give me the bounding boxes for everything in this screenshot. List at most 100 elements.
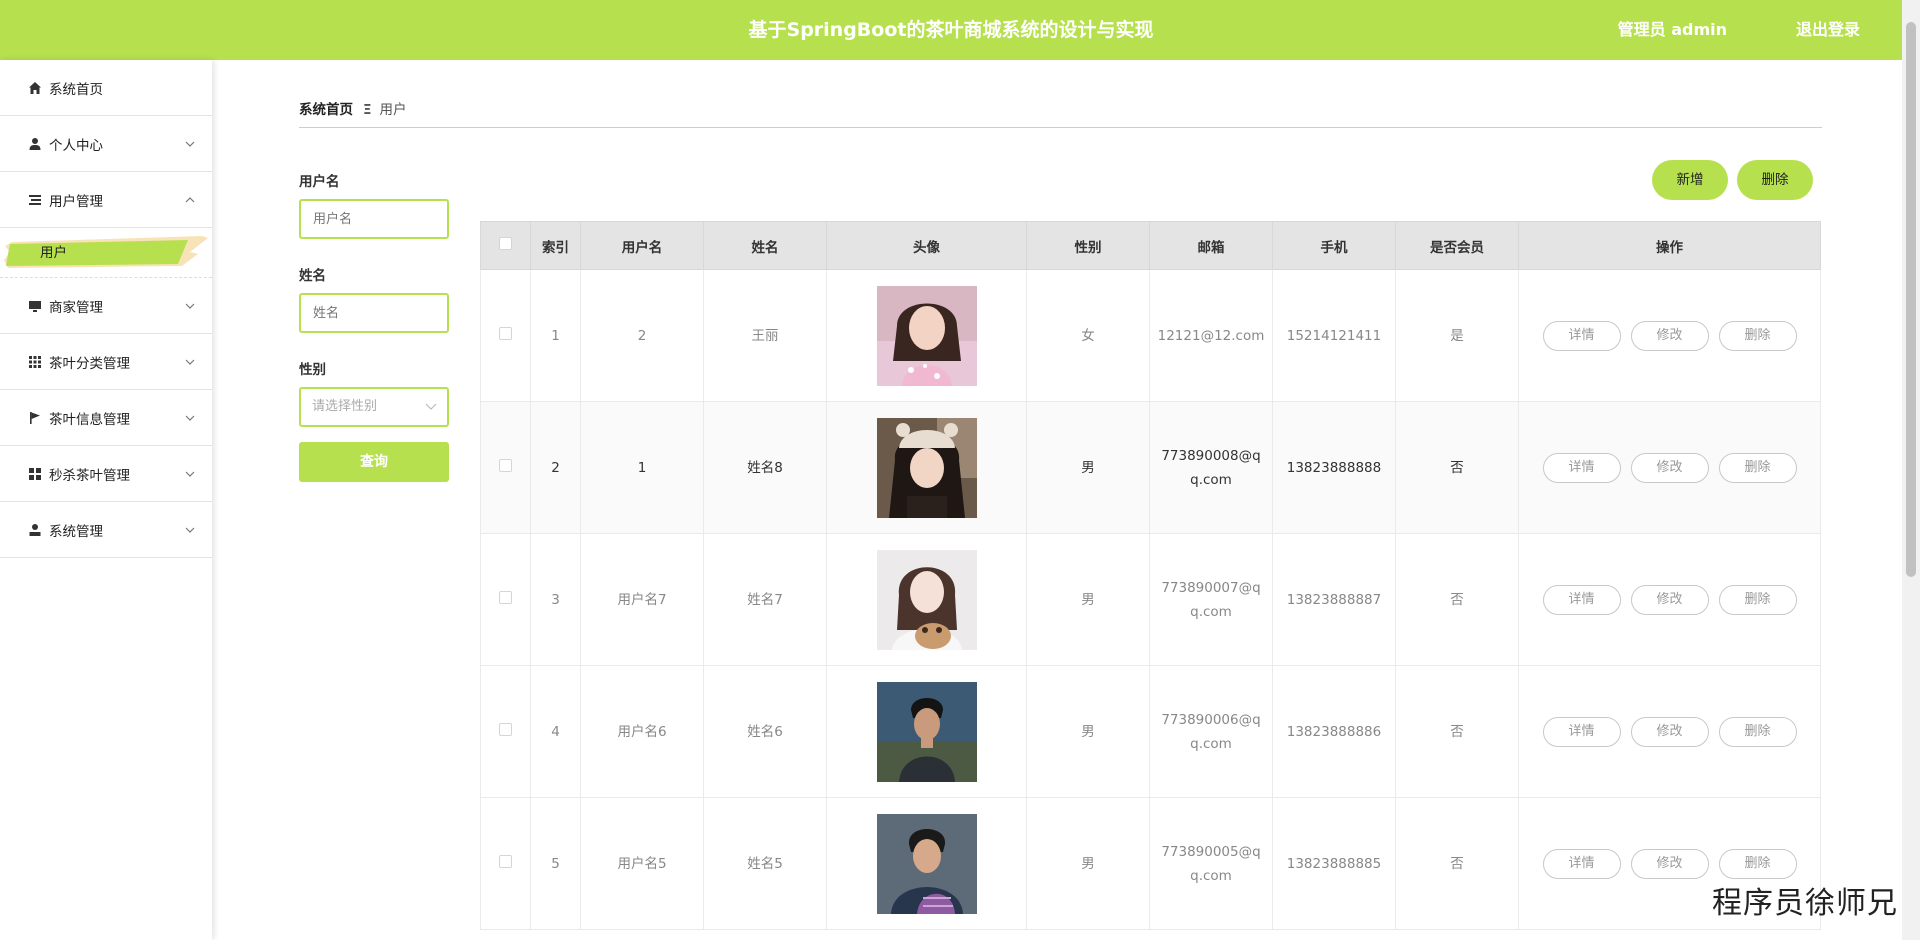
page-scrollbar[interactable] — [1902, 0, 1920, 940]
row-checkbox[interactable] — [499, 854, 512, 868]
chevron-down-icon — [185, 303, 195, 309]
column-header: 用户名 — [580, 221, 704, 270]
table-row: 1 2 王丽 女 12121@12.com 15214121411 是 详情 修改… — [480, 269, 1821, 402]
detail-button[interactable]: 详情 — [1542, 584, 1621, 615]
search-button[interactable]: 查询 — [299, 442, 449, 482]
sidebar-item-tea-info[interactable]: 茶叶信息管理 — [0, 390, 212, 446]
member-cell: 是 — [1395, 269, 1519, 402]
sidebar-item-label: 系统首页 — [49, 81, 103, 98]
delete-button[interactable]: 删除 — [1718, 716, 1797, 747]
column-header: 姓名 — [703, 221, 827, 270]
edit-button[interactable]: 修改 — [1630, 584, 1709, 615]
row-select-cell — [480, 269, 531, 402]
detail-button[interactable]: 详情 — [1542, 848, 1621, 879]
gender-cell: 女 — [1026, 269, 1150, 402]
sidebar-item-label: 用户管理 — [49, 193, 103, 210]
row-checkbox[interactable] — [499, 722, 512, 736]
monitor-icon — [28, 299, 42, 313]
detail-button[interactable]: 详情 — [1542, 452, 1621, 483]
phone-cell: 13823888887 — [1272, 533, 1396, 666]
user-icon — [28, 523, 42, 537]
batch-delete-button[interactable]: 删除 — [1737, 160, 1813, 200]
index-cell: 4 — [530, 665, 581, 798]
gender-filter-label: 性别 — [299, 362, 326, 378]
email-cell: 773890005@qq.com — [1149, 797, 1273, 930]
sidebar-item-user-management[interactable]: 用户管理 — [0, 172, 212, 228]
phone-cell: 13823888886 — [1272, 665, 1396, 798]
operations-cell: 详情 修改 删除 — [1518, 401, 1821, 534]
row-select-cell — [480, 665, 531, 798]
name-filter-label: 姓名 — [299, 268, 326, 284]
username-cell: 2 — [580, 269, 704, 402]
chevron-down-icon — [185, 415, 195, 421]
username-filter-label: 用户名 — [299, 174, 340, 190]
index-cell: 3 — [530, 533, 581, 666]
sidebar-subitem-user[interactable]: 用户 — [0, 228, 212, 278]
name-cell: 姓名7 — [703, 533, 827, 666]
chevron-down-icon — [185, 141, 195, 147]
index-cell: 2 — [530, 401, 581, 534]
top-header: 基于SpringBoot的茶叶商城系统的设计与实现 管理员 admin 退出登录 — [0, 0, 1902, 60]
table-header-row: 索引 用户名 姓名 头像 性别 邮箱 手机 是否会员 操作 — [480, 221, 1821, 270]
toolbar: 新增 删除 — [1652, 160, 1813, 200]
sidebar: 系统首页 个人中心 用户管理 用户 商家管理 茶叶分类管理 茶叶信息管理 秒杀茶… — [0, 60, 212, 940]
scrollbar-thumb[interactable] — [1906, 22, 1916, 577]
search-form: 用户名 姓名 性别 请选择性别 查询 — [299, 170, 451, 482]
operations-cell: 详情 修改 删除 — [1518, 665, 1821, 798]
username-cell: 1 — [580, 401, 704, 534]
avatar — [876, 549, 977, 650]
delete-button[interactable]: 删除 — [1718, 320, 1797, 351]
sidebar-item-flash-sale[interactable]: 秒杀茶叶管理 — [0, 446, 212, 502]
admin-user-label: 管理员 admin — [1617, 20, 1727, 39]
edit-button[interactable]: 修改 — [1630, 452, 1709, 483]
sidebar-subitem-label: 用户 — [40, 245, 67, 261]
row-checkbox[interactable] — [499, 590, 512, 604]
phone-cell: 13823888888 — [1272, 401, 1396, 534]
select-all-checkbox[interactable] — [499, 237, 512, 250]
column-header: 索引 — [530, 221, 581, 270]
breadcrumb-home[interactable]: 系统首页 — [299, 102, 353, 118]
sidebar-item-tea-category[interactable]: 茶叶分类管理 — [0, 334, 212, 390]
row-checkbox[interactable] — [499, 458, 512, 472]
logout-link[interactable]: 退出登录 — [1796, 0, 1860, 60]
add-button[interactable]: 新增 — [1652, 160, 1728, 200]
edit-button[interactable]: 修改 — [1630, 848, 1709, 879]
avatar-cell — [826, 401, 1027, 534]
sidebar-item-label: 茶叶分类管理 — [49, 355, 130, 372]
user-table: 索引 用户名 姓名 头像 性别 邮箱 手机 是否会员 操作 1 2 王丽 女 1… — [480, 221, 1821, 930]
sidebar-item-system[interactable]: 系统管理 — [0, 502, 212, 558]
breadcrumb: 系统首页 Ξ 用户 — [299, 98, 407, 118]
index-cell: 1 — [530, 269, 581, 402]
gender-select[interactable]: 请选择性别 — [299, 387, 449, 427]
gender-cell: 男 — [1026, 797, 1150, 930]
gender-cell: 男 — [1026, 401, 1150, 534]
member-cell: 否 — [1395, 797, 1519, 930]
row-select-cell — [480, 533, 531, 666]
sidebar-item-home[interactable]: 系统首页 — [0, 60, 212, 116]
operations-cell: 详情 修改 删除 — [1518, 269, 1821, 402]
watermark: 程序员徐师兄 — [1712, 886, 1898, 921]
avatar — [876, 417, 977, 518]
gender-cell: 男 — [1026, 533, 1150, 666]
sidebar-item-merchant[interactable]: 商家管理 — [0, 278, 212, 334]
name-input[interactable] — [299, 293, 449, 333]
breadcrumb-current: 用户 — [379, 102, 407, 118]
avatar-cell — [826, 797, 1027, 930]
detail-button[interactable]: 详情 — [1542, 716, 1621, 747]
column-header: 手机 — [1272, 221, 1396, 270]
username-cell: 用户名7 — [580, 533, 704, 666]
index-cell: 5 — [530, 797, 581, 930]
gender-cell: 男 — [1026, 665, 1150, 798]
row-checkbox[interactable] — [499, 326, 512, 340]
delete-button[interactable]: 删除 — [1718, 452, 1797, 483]
username-cell: 用户名5 — [580, 797, 704, 930]
delete-button[interactable]: 删除 — [1718, 848, 1797, 879]
detail-button[interactable]: 详情 — [1542, 320, 1621, 351]
username-input[interactable] — [299, 199, 449, 239]
edit-button[interactable]: 修改 — [1630, 320, 1709, 351]
flag-icon — [28, 411, 42, 425]
edit-button[interactable]: 修改 — [1630, 716, 1709, 747]
delete-button[interactable]: 删除 — [1718, 584, 1797, 615]
name-cell: 姓名5 — [703, 797, 827, 930]
sidebar-item-personal[interactable]: 个人中心 — [0, 116, 212, 172]
